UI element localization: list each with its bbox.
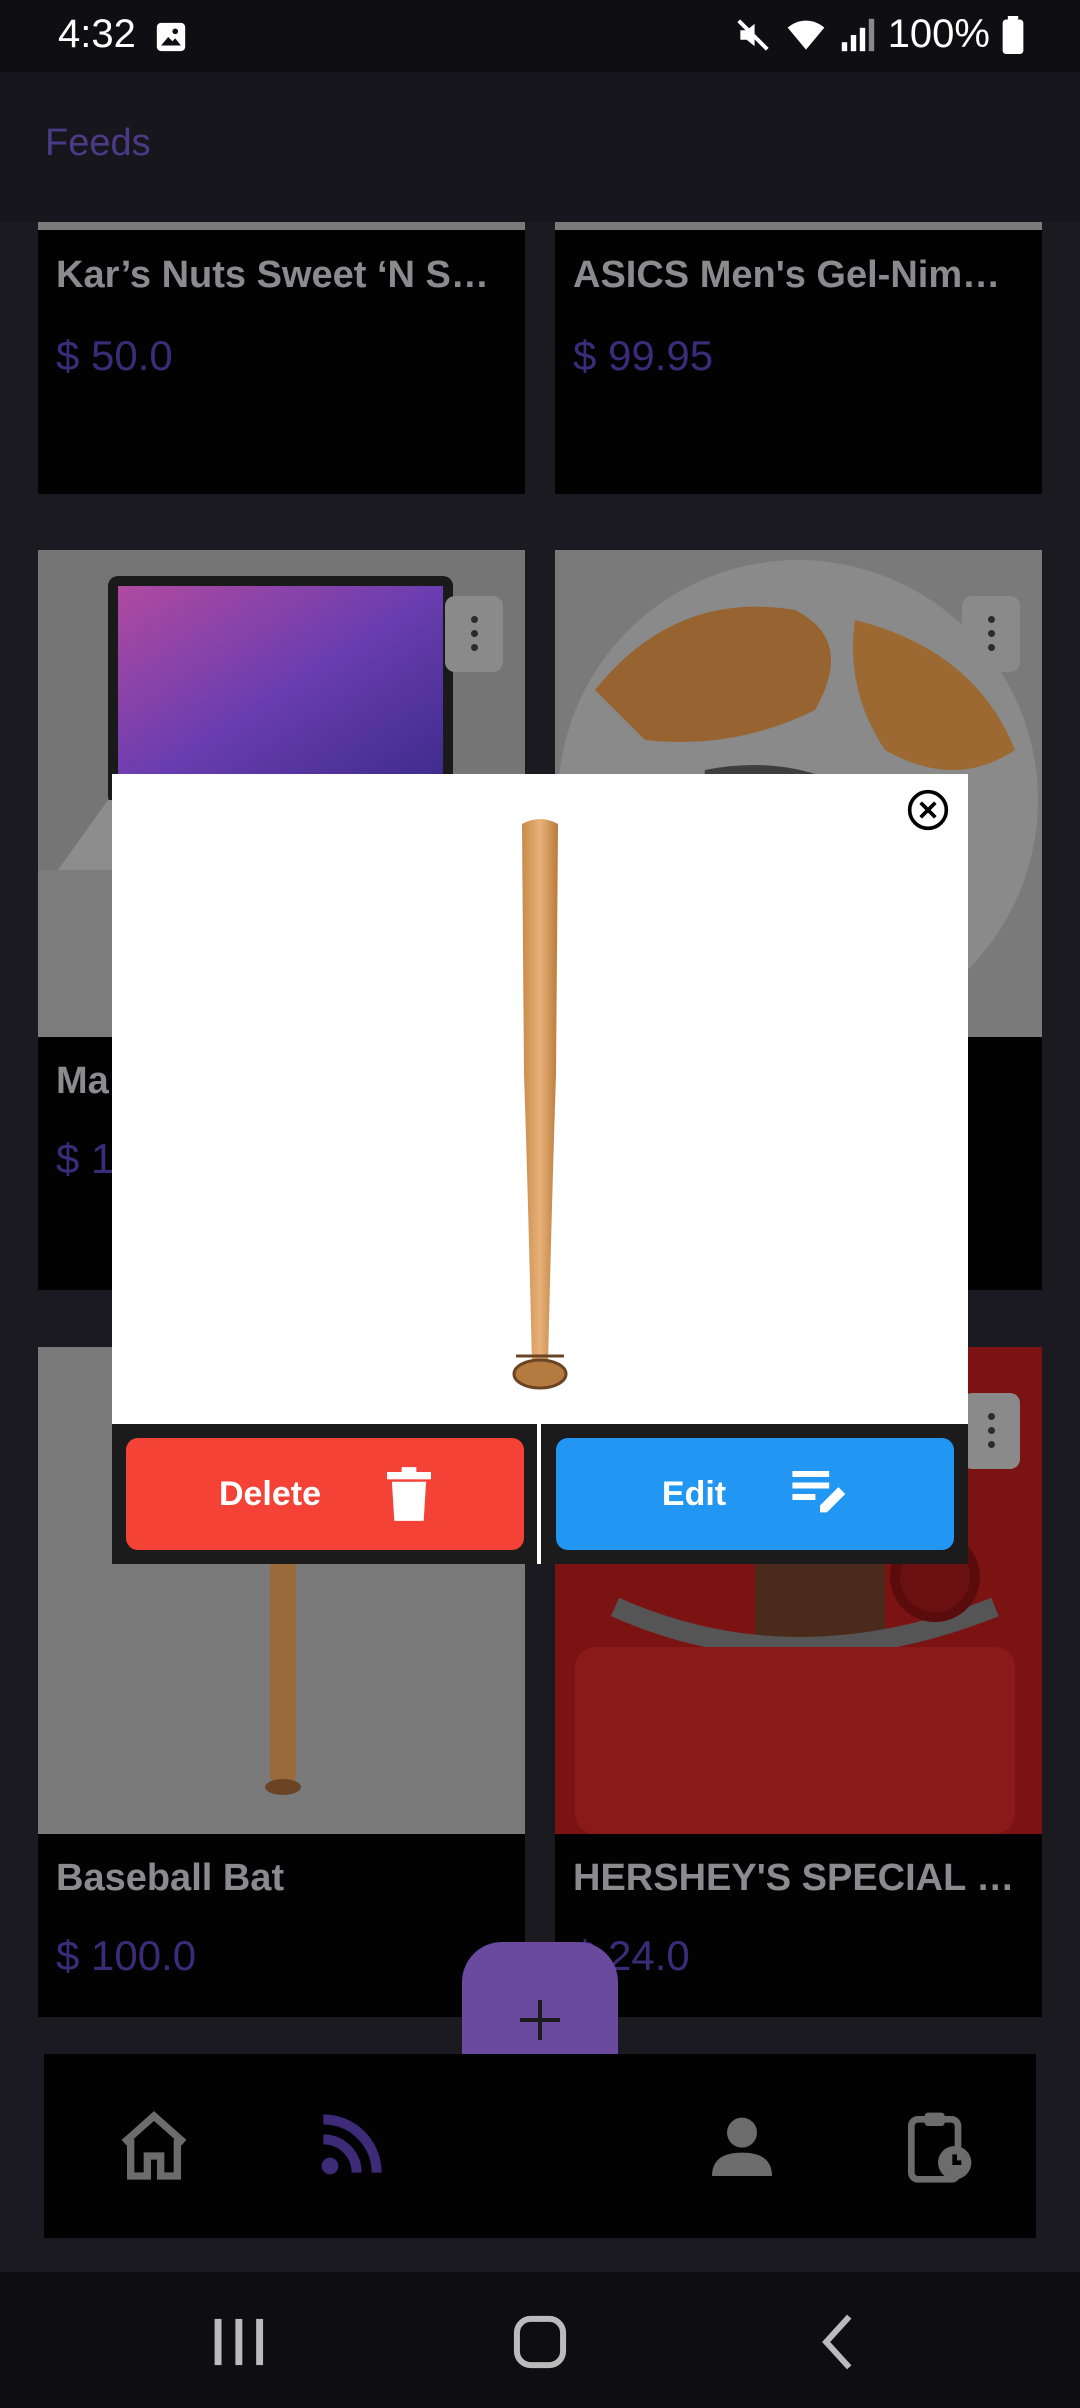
screen: 4:32 100% Feeds Kar’s Nuts Sweet ‘N S… $… [0, 0, 1080, 2408]
back-icon[interactable] [805, 2312, 875, 2372]
clipboard-clock-icon[interactable] [898, 2106, 978, 2186]
bottom-navigation [44, 2054, 1036, 2238]
feed-icon[interactable] [310, 2106, 390, 2186]
edit-button[interactable]: Edit [556, 1438, 954, 1550]
product-preview-dialog: Delete Edit [112, 774, 968, 1564]
person-icon[interactable] [702, 2106, 782, 2186]
edit-label: Edit [661, 1474, 727, 1513]
system-navigation-bar [0, 2272, 1080, 2408]
trash-icon [387, 1467, 432, 1521]
home-nav-icon[interactable] [505, 2312, 575, 2372]
baseball-bat-image [512, 819, 568, 1390]
home-icon[interactable] [114, 2106, 194, 2186]
close-icon[interactable] [906, 788, 950, 832]
product-photo [112, 774, 968, 1424]
delete-label: Delete [218, 1474, 322, 1513]
recents-icon[interactable] [205, 2312, 275, 2372]
delete-button[interactable]: Delete [126, 1438, 524, 1550]
actions-divider [537, 1424, 541, 1564]
edit-note-icon [792, 1471, 846, 1513]
dialog-actions: Delete Edit [112, 1424, 968, 1564]
